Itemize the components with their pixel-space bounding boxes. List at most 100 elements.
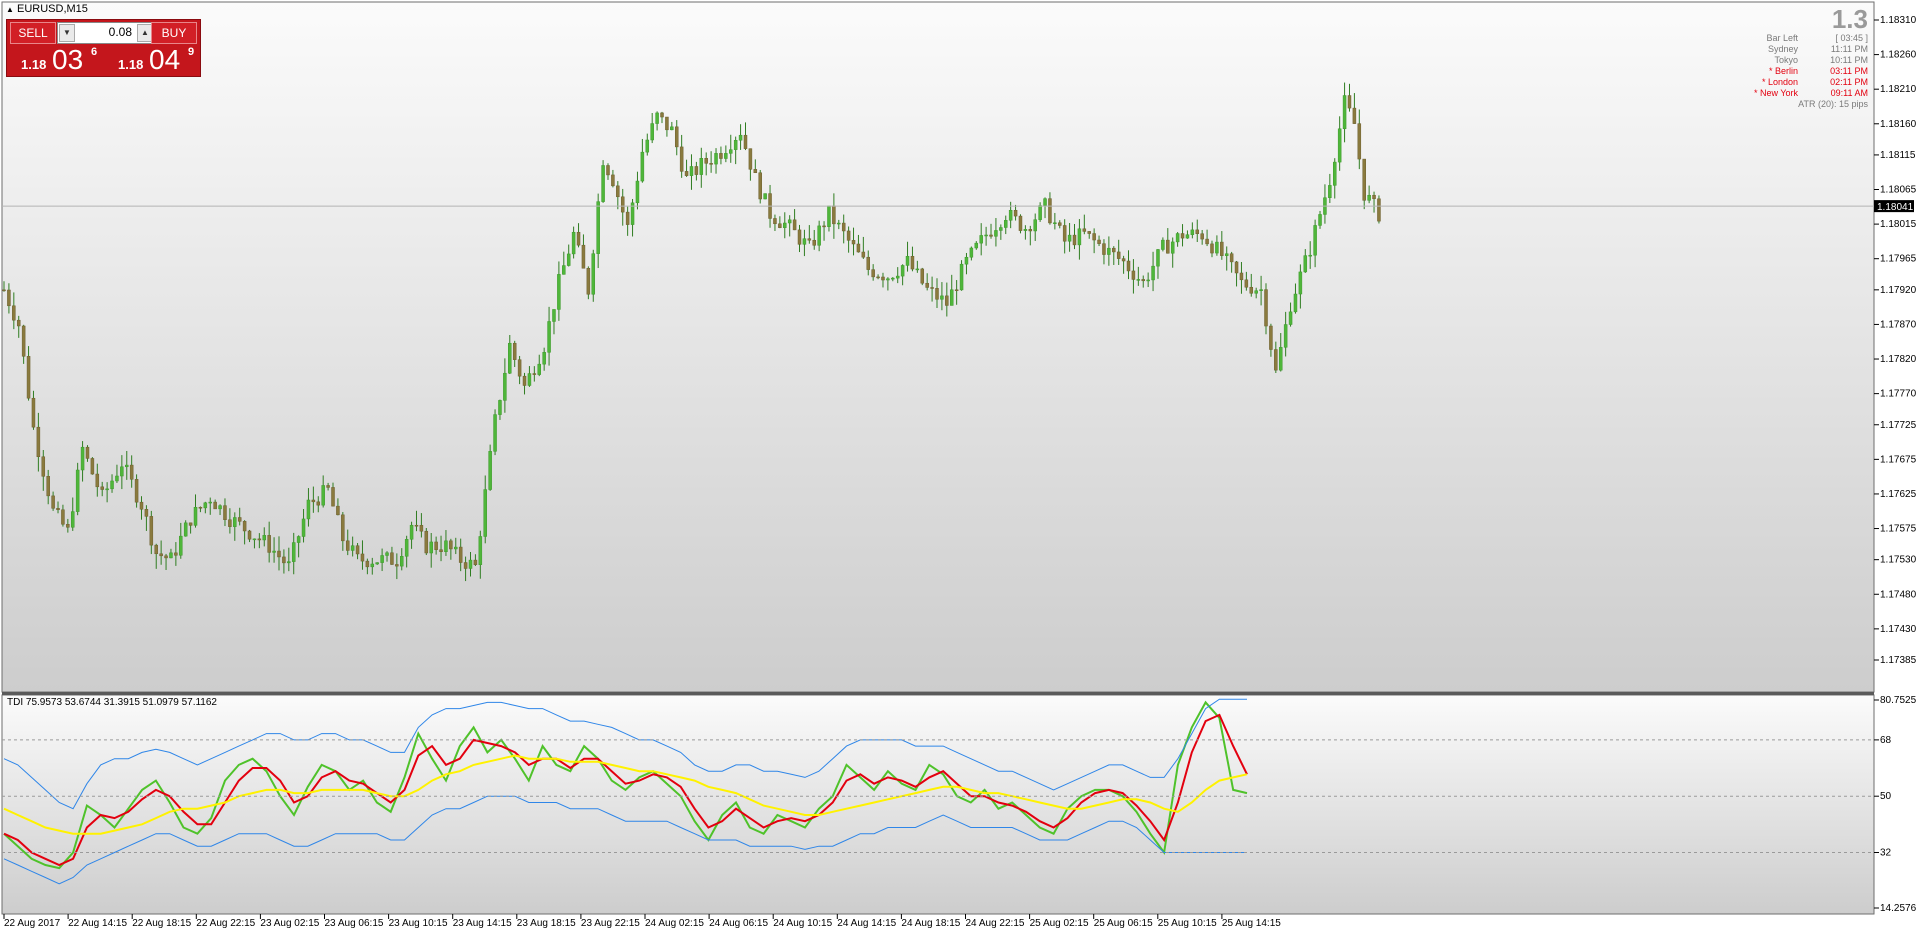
candle-body bbox=[336, 505, 340, 516]
candle-body bbox=[547, 321, 551, 353]
buy-quote-fraction: 9 bbox=[188, 46, 195, 58]
candle-body bbox=[837, 222, 841, 225]
time-tick-label: 25 Aug 02:15 bbox=[1030, 918, 1089, 929]
candle-body bbox=[1293, 293, 1298, 313]
candle-body bbox=[1200, 233, 1204, 240]
price-tick-label: 1.17625 bbox=[1880, 489, 1916, 500]
window-menu-icon[interactable]: ▲ bbox=[6, 5, 14, 14]
candle-body bbox=[684, 171, 689, 176]
candle-body bbox=[1043, 198, 1047, 206]
price-tick-label: 1.18115 bbox=[1880, 150, 1916, 161]
candle-body bbox=[2, 289, 6, 292]
time-tick-label: 24 Aug 18:15 bbox=[901, 918, 960, 929]
indicator-plot-area bbox=[1, 694, 1875, 915]
candle-body bbox=[1003, 220, 1008, 228]
candle-body bbox=[797, 229, 802, 245]
candle-body bbox=[1180, 233, 1185, 239]
buy-quote-prefix: 1.18 bbox=[118, 57, 144, 72]
time-tick-label: 22 Aug 22:15 bbox=[196, 918, 255, 929]
candle-body bbox=[233, 517, 237, 527]
candle-body bbox=[179, 535, 183, 556]
candle-body bbox=[699, 158, 704, 175]
candle-body bbox=[1362, 158, 1366, 201]
candle-body bbox=[419, 525, 424, 532]
candle-body bbox=[7, 289, 11, 307]
time-tick-label: 23 Aug 02:15 bbox=[260, 918, 319, 929]
candle-body bbox=[272, 550, 276, 553]
candle-body bbox=[316, 501, 321, 506]
candle-body bbox=[571, 231, 576, 255]
candle-body bbox=[1215, 241, 1219, 254]
lot-size-field[interactable]: ▼ 0.08 ▲ bbox=[57, 22, 155, 44]
candle-body bbox=[183, 522, 188, 537]
candle-body bbox=[679, 146, 684, 172]
session-label: * New York bbox=[1753, 88, 1798, 98]
price-tick-label: 1.17870 bbox=[1880, 319, 1916, 330]
candle-body bbox=[586, 267, 591, 295]
time-tick-label: 25 Aug 06:15 bbox=[1094, 918, 1153, 929]
candle-body bbox=[85, 446, 90, 459]
candle-body bbox=[1328, 185, 1332, 198]
candle-body bbox=[729, 149, 733, 154]
candle-body bbox=[861, 251, 866, 258]
price-tick-label: 1.18210 bbox=[1880, 84, 1916, 95]
buy-quote[interactable]: 1.18 04 9 bbox=[107, 45, 201, 75]
lot-decrease-icon[interactable]: ▼ bbox=[59, 24, 75, 42]
candle-body bbox=[724, 153, 728, 159]
candle-body bbox=[311, 499, 316, 503]
candle-body bbox=[616, 185, 620, 198]
candle-body bbox=[115, 475, 119, 482]
candle-body bbox=[110, 480, 114, 490]
session-info-table: Bar Left [ 03:45 ] Sydney 11:11 PM Tokyo 10:1… bbox=[1708, 33, 1868, 110]
candle-body bbox=[581, 244, 586, 269]
candle-body bbox=[1372, 194, 1376, 200]
time-tick-label: 23 Aug 14:15 bbox=[453, 918, 512, 929]
buy-quote-pips: 04 bbox=[149, 44, 181, 75]
candle-body bbox=[463, 562, 468, 569]
candle-body bbox=[360, 553, 365, 562]
candle-body bbox=[306, 499, 311, 520]
candle-body bbox=[375, 562, 379, 565]
candle-body bbox=[350, 545, 355, 551]
sell-quote[interactable]: 1.18 03 6 bbox=[10, 45, 104, 75]
candle-body bbox=[1166, 239, 1170, 254]
time-tick-label: 25 Aug 10:15 bbox=[1158, 918, 1217, 929]
candle-body bbox=[90, 458, 95, 475]
candle-body bbox=[945, 295, 949, 306]
candle-body bbox=[95, 473, 100, 488]
price-tick-label: 1.17770 bbox=[1880, 389, 1916, 400]
sell-button[interactable]: SELL bbox=[10, 22, 56, 44]
price-tick-label: 1.18015 bbox=[1880, 219, 1916, 230]
candle-body bbox=[129, 464, 134, 480]
lot-size-value[interactable]: 0.08 bbox=[109, 25, 132, 39]
candle-body bbox=[895, 275, 900, 279]
candle-body bbox=[370, 563, 375, 568]
candle-body bbox=[414, 524, 419, 527]
session-value: [ 03:45 ] bbox=[1835, 33, 1868, 43]
candle-body bbox=[1053, 222, 1057, 224]
candle-body bbox=[1254, 290, 1258, 294]
candle-body bbox=[674, 126, 679, 148]
candle-body bbox=[1121, 258, 1126, 262]
candle-body bbox=[424, 530, 429, 554]
candle-body bbox=[999, 227, 1003, 231]
candle-body bbox=[75, 469, 80, 512]
candle-body bbox=[144, 509, 149, 517]
time-tick-label: 24 Aug 22:15 bbox=[966, 918, 1025, 929]
candle-body bbox=[856, 243, 861, 253]
candle-body bbox=[380, 555, 384, 563]
candle-body bbox=[198, 507, 203, 509]
candle-body bbox=[1224, 253, 1229, 256]
candle-body bbox=[365, 560, 370, 568]
candle-body bbox=[193, 507, 198, 526]
candle-body bbox=[277, 550, 281, 558]
spread-value: 1.3 bbox=[1831, 4, 1868, 34]
candle-body bbox=[100, 486, 104, 490]
candle-body bbox=[1161, 239, 1165, 250]
candle-body bbox=[385, 552, 389, 556]
candle-body bbox=[876, 276, 880, 279]
candle-body bbox=[242, 521, 247, 532]
buy-button[interactable]: BUY bbox=[151, 22, 197, 44]
candle-body bbox=[881, 276, 885, 281]
candle-body bbox=[1175, 233, 1180, 243]
